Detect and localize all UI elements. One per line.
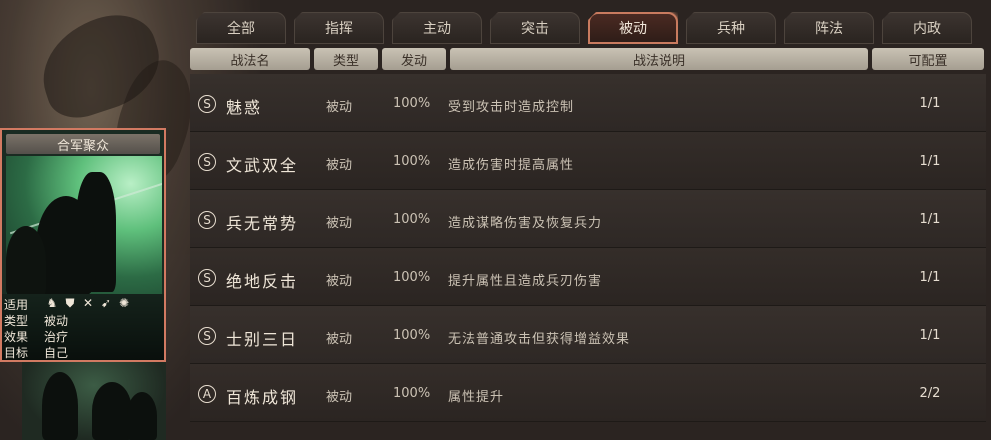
rank-badge: S	[198, 269, 216, 287]
tab-active[interactable]: 主动	[392, 12, 482, 44]
card-art-figure	[42, 372, 78, 440]
crossbow-icon: ✕	[82, 296, 94, 310]
card-art-figure	[127, 392, 157, 440]
card-info-effect: 效果 治疗	[4, 328, 68, 345]
rank-badge: S	[198, 153, 216, 171]
skill-name: 文武双全	[226, 156, 299, 175]
card-info-applicable: 适用 ♞ ⛊ ✕ ➹ ✺	[4, 296, 129, 313]
skill-type: 被动	[326, 332, 353, 347]
rank-badge: A	[198, 385, 216, 403]
skill-desc: 提升属性且造成兵刃伤害	[448, 274, 603, 289]
card-art-figure	[6, 226, 46, 294]
header-rate[interactable]: 发动	[382, 48, 446, 70]
header-config[interactable]: 可配置	[872, 48, 984, 70]
rank-badge: S	[198, 211, 216, 229]
header-name[interactable]: 战法名	[190, 48, 310, 70]
card-info: 适用 ♞ ⛊ ✕ ➹ ✺ 类型 被动 效果 治疗 目标 自己	[2, 294, 164, 360]
skill-name: 百炼成钢	[226, 388, 299, 407]
card-artwork	[6, 156, 162, 294]
skill-config: 1/1	[919, 96, 941, 111]
skill-rate: 100%	[393, 212, 431, 227]
skill-type: 被动	[326, 100, 353, 115]
skill-rate: 100%	[393, 328, 431, 343]
tab-command[interactable]: 指挥	[294, 12, 384, 44]
card-info-target: 目标 自己	[4, 344, 68, 361]
table-row[interactable]: A 百炼成钢 被动 100% 属性提升 2/2	[190, 364, 986, 422]
skill-desc: 受到攻击时造成控制	[448, 100, 575, 115]
skill-config: 1/1	[919, 270, 941, 285]
skill-table: S 魅惑 被动 100% 受到攻击时造成控制 1/1 S 文武双全 被动 100…	[190, 74, 986, 422]
rank-badge: S	[198, 327, 216, 345]
category-tabs: 全部 指挥 主动 突击 被动 兵种 阵法 内政	[196, 12, 986, 46]
troop-icons: ♞ ⛊ ✕ ➹ ✺	[46, 296, 130, 311]
skill-type: 被动	[326, 158, 353, 173]
tab-passive[interactable]: 被动	[588, 12, 678, 44]
info-value: 被动	[44, 314, 69, 328]
skill-name: 兵无常势	[226, 214, 299, 233]
skill-rate: 100%	[393, 96, 431, 111]
cavalry-icon: ♞	[46, 296, 58, 310]
info-value: 自己	[44, 346, 69, 360]
tab-troop[interactable]: 兵种	[686, 12, 776, 44]
shield-icon: ⛊	[65, 296, 75, 310]
skill-name: 绝地反击	[226, 272, 299, 291]
skill-rate: 100%	[393, 270, 431, 285]
header-type[interactable]: 类型	[314, 48, 378, 70]
siege-icon: ✺	[118, 296, 130, 310]
next-card-artwork[interactable]	[22, 362, 166, 440]
table-row[interactable]: S 魅惑 被动 100% 受到攻击时造成控制 1/1	[190, 74, 986, 132]
info-key: 适用	[4, 298, 29, 312]
skill-rate: 100%	[393, 386, 431, 401]
table-row[interactable]: S 文武双全 被动 100% 造成伤害时提高属性 1/1	[190, 132, 986, 190]
skill-desc: 无法普通攻击但获得增益效果	[448, 332, 631, 347]
skill-rate: 100%	[393, 154, 431, 169]
skill-desc: 造成伤害时提高属性	[448, 158, 575, 173]
info-key: 效果	[4, 330, 29, 344]
skill-desc: 造成谋略伤害及恢复兵力	[448, 216, 603, 231]
skill-name: 士别三日	[226, 330, 299, 349]
card-art-figure	[92, 382, 132, 440]
rank-badge: S	[198, 95, 216, 113]
info-key: 类型	[4, 314, 29, 328]
tab-assault[interactable]: 突击	[490, 12, 580, 44]
table-row[interactable]: S 绝地反击 被动 100% 提升属性且造成兵刃伤害 1/1	[190, 248, 986, 306]
table-row[interactable]: S 士别三日 被动 100% 无法普通攻击但获得增益效果 1/1	[190, 306, 986, 364]
skill-type: 被动	[326, 274, 353, 289]
skill-name: 魅惑	[226, 98, 263, 117]
skill-type: 被动	[326, 216, 353, 231]
info-key: 目标	[4, 346, 29, 360]
card-info-type: 类型 被动	[4, 312, 68, 329]
skill-config: 1/1	[919, 328, 941, 343]
info-value: 治疗	[44, 330, 69, 344]
tab-formation[interactable]: 阵法	[784, 12, 874, 44]
skill-config: 1/1	[919, 212, 941, 227]
skill-desc: 属性提升	[448, 390, 505, 405]
skill-card[interactable]: 合军聚众 适用 ♞ ⛊ ✕ ➹ ✺ 类型 被动 效果 治疗 目标 自己	[0, 128, 166, 362]
skill-type: 被动	[326, 390, 353, 405]
skill-config: 1/1	[919, 154, 941, 169]
tab-all[interactable]: 全部	[196, 12, 286, 44]
header-desc: 战法说明	[450, 48, 868, 70]
table-header: 战法名 类型 发动 战法说明 可配置	[190, 48, 986, 72]
tab-internal[interactable]: 内政	[882, 12, 972, 44]
table-row[interactable]: S 兵无常势 被动 100% 造成谋略伤害及恢复兵力 1/1	[190, 190, 986, 248]
spear-icon: ➹	[100, 296, 112, 310]
card-title: 合军聚众	[6, 134, 160, 154]
skill-config: 2/2	[919, 386, 941, 401]
